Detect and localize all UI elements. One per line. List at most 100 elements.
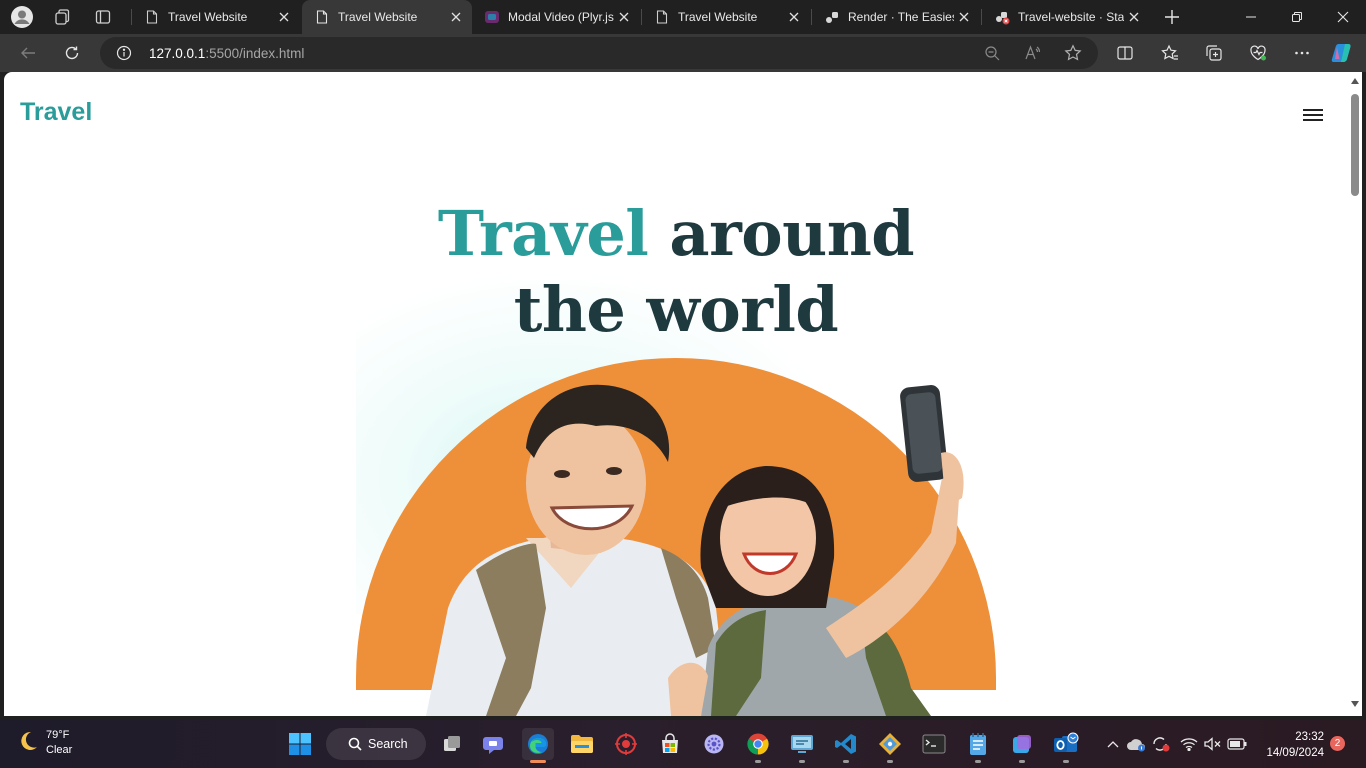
vscode-icon[interactable] — [830, 728, 862, 763]
tab-title: Travel Website — [168, 10, 248, 24]
tab-close-icon[interactable] — [614, 7, 634, 27]
hero-title-accent: Travel — [437, 197, 649, 270]
scroll-up-arrow-icon[interactable] — [1351, 77, 1359, 85]
weather-temp: 79°F — [46, 729, 70, 741]
weather-condition: Clear — [46, 744, 73, 756]
moon-icon — [16, 730, 38, 757]
render-error-icon — [994, 9, 1010, 25]
running-indicator — [843, 760, 849, 763]
menu-bar — [1303, 109, 1323, 111]
back-arrow-icon[interactable] — [13, 38, 43, 68]
tab-title: Travel Website — [338, 10, 418, 24]
tab-close-icon[interactable] — [274, 7, 294, 27]
browser-toolbar: 127.0.0.1:5500/index.html — [0, 34, 1366, 72]
tab-close-icon[interactable] — [446, 7, 466, 27]
page-scrollbar[interactable] — [1348, 72, 1362, 716]
scroll-down-arrow-icon[interactable] — [1351, 700, 1359, 708]
hero-title-line2: the world — [513, 273, 839, 346]
settings-gear-icon[interactable] — [698, 728, 730, 760]
weather-widget[interactable]: 79°F Clear — [16, 728, 72, 758]
hamburger-menu-icon[interactable] — [1301, 106, 1325, 124]
edge-browser-icon[interactable] — [522, 728, 554, 763]
refresh-icon[interactable] — [57, 38, 87, 68]
teams-chat-icon[interactable] — [478, 728, 510, 760]
running-indicator — [975, 760, 981, 763]
favorite-star-icon[interactable] — [1064, 44, 1082, 67]
wifi-icon[interactable] — [1178, 734, 1200, 754]
taskbar-search[interactable]: Search — [326, 728, 426, 760]
running-indicator — [755, 760, 761, 763]
tab-title: Render · The Easiest — [848, 10, 954, 24]
git-app-icon[interactable] — [874, 728, 906, 763]
tab-travel-website-3[interactable]: Travel Website — [642, 0, 810, 34]
tab-modal-video[interactable]: Modal Video (Plyr.js) — [472, 0, 640, 34]
tab-close-icon[interactable] — [954, 7, 974, 27]
site-logo[interactable]: Travel — [20, 98, 92, 127]
weather-text: 79°F Clear — [46, 728, 72, 758]
split-screen-icon[interactable] — [1110, 38, 1140, 68]
scrollbar-thumb[interactable] — [1351, 94, 1359, 196]
security-app-icon[interactable] — [610, 728, 642, 760]
new-tab-icon[interactable] — [1158, 4, 1186, 30]
url-host: 127.0.0.1 — [149, 46, 206, 61]
hero-couple-selfie-image — [426, 384, 964, 716]
url-text: 127.0.0.1:5500/index.html — [149, 46, 304, 61]
hero-title: Travel around the world — [4, 196, 1348, 348]
file-explorer-icon[interactable] — [566, 728, 598, 760]
onedrive-icon[interactable] — [1126, 734, 1148, 754]
menu-bar — [1303, 119, 1323, 121]
task-view-icon[interactable] — [436, 728, 468, 760]
url-path: :5500/index.html — [205, 46, 305, 61]
battery-icon[interactable] — [1226, 734, 1248, 754]
remote-desktop-icon[interactable] — [786, 728, 818, 763]
chrome-icon[interactable] — [742, 728, 774, 763]
system-clock[interactable]: 23:32 14/09/2024 — [1254, 729, 1324, 761]
running-indicator — [887, 760, 893, 763]
sync-alert-icon[interactable] — [1150, 734, 1172, 754]
restore-icon[interactable] — [1274, 0, 1320, 34]
tab-close-icon[interactable] — [1124, 7, 1144, 27]
notification-badge[interactable]: 2 — [1330, 736, 1345, 751]
microsoft-store-icon[interactable] — [654, 728, 686, 760]
windows-start-icon[interactable] — [284, 728, 316, 760]
tab-render[interactable]: Render · The Easiest — [812, 0, 980, 34]
outlook-icon[interactable] — [1050, 728, 1082, 763]
tab-title: Travel Website — [678, 10, 758, 24]
site-info-icon[interactable] — [116, 45, 132, 66]
terminal-icon[interactable] — [918, 728, 950, 760]
address-bar[interactable]: 127.0.0.1:5500/index.html — [100, 37, 1098, 69]
page-icon — [314, 9, 330, 25]
tab-title: Travel-website · Stat — [1018, 10, 1124, 24]
tab-travel-website-2[interactable]: Travel Website — [302, 0, 472, 34]
workspaces-icon[interactable] — [48, 4, 76, 30]
page-viewport: Travel Travel around the world — [4, 72, 1348, 716]
running-indicator — [1063, 760, 1069, 763]
read-aloud-icon[interactable] — [1024, 45, 1041, 66]
tab-travel-website-status[interactable]: Travel-website · Stat — [982, 0, 1150, 34]
favorites-icon[interactable] — [1155, 38, 1185, 68]
more-options-icon[interactable] — [1287, 38, 1317, 68]
plyr-icon — [484, 9, 500, 25]
hero-title-line1: around — [648, 197, 915, 270]
show-hidden-icons-chevron-icon[interactable] — [1102, 734, 1124, 754]
page-icon — [654, 9, 670, 25]
notepad-icon[interactable] — [962, 728, 994, 763]
menu-bar — [1303, 114, 1323, 116]
browser-essentials-icon[interactable] — [1243, 38, 1273, 68]
clock-time: 23:32 — [1295, 731, 1324, 743]
profile-avatar-icon[interactable] — [8, 4, 36, 30]
window-close-icon[interactable] — [1320, 0, 1366, 34]
zoom-out-icon[interactable] — [984, 45, 1000, 66]
volume-muted-icon[interactable] — [1202, 734, 1224, 754]
minimize-icon[interactable] — [1228, 0, 1274, 34]
search-label: Search — [368, 737, 408, 751]
tab-travel-website-1[interactable]: Travel Website — [132, 0, 300, 34]
running-indicator — [1019, 760, 1025, 763]
tab-close-icon[interactable] — [784, 7, 804, 27]
cube-app-icon[interactable] — [1006, 728, 1038, 763]
collections-icon[interactable] — [1199, 38, 1229, 68]
copilot-icon[interactable] — [1328, 38, 1358, 68]
search-icon — [348, 737, 362, 754]
vertical-tabs-icon[interactable] — [89, 4, 117, 30]
browser-tab-strip: Travel Website Travel Website Modal Vide… — [0, 0, 1366, 34]
